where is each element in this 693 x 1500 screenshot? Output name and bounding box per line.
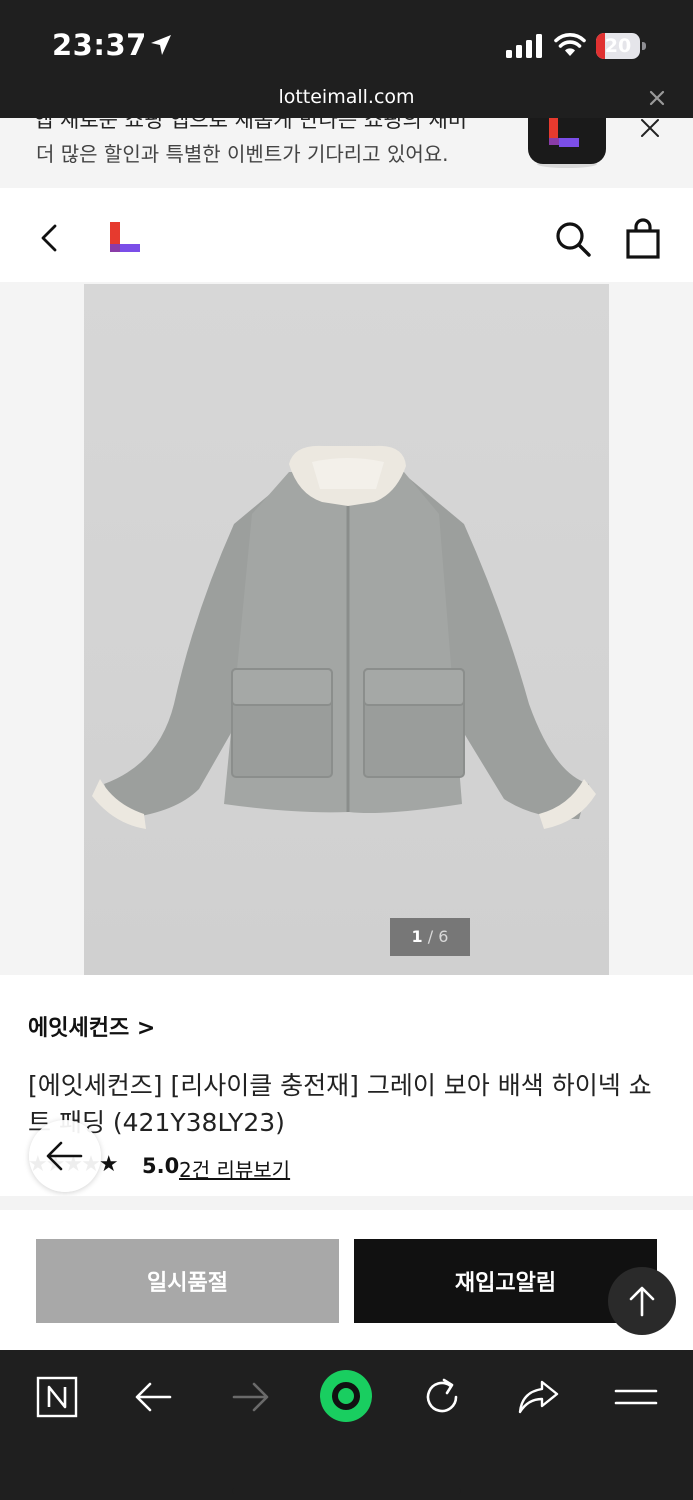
purchase-bar: 일시품절 재입고알림 (0, 1210, 693, 1350)
soldout-button[interactable]: 일시품절 (36, 1239, 339, 1323)
battery-indicator: 20 (596, 33, 646, 59)
home-indicator (232, 1488, 461, 1494)
product-image[interactable]: 1 / 6 (84, 284, 609, 975)
lotte-app-icon[interactable] (527, 118, 607, 168)
chevron-left-icon[interactable] (38, 223, 62, 253)
refresh-icon[interactable] (414, 1372, 470, 1422)
product-title: [에잇세컨즈] [리사이클 충전재] 그레이 보아 배색 하이넥 쇼트 패딩 (… (28, 1071, 652, 1137)
brand-link[interactable]: 에잇세컨즈 > (28, 1010, 155, 1042)
image-counter: 1 / 6 (390, 918, 470, 956)
cellular-signal-icon (506, 34, 542, 58)
jacket-illustration (92, 445, 596, 829)
app-promo-banner[interactable]: 앱 새로운 쇼핑 앱으로 새롭게 만나는 쇼핑의 재미 더 많은 할인과 특별한… (0, 118, 693, 188)
battery-cap (642, 42, 646, 50)
green-dot-icon[interactable] (318, 1368, 374, 1424)
arrow-left-icon[interactable] (126, 1372, 182, 1422)
promo-title: 앱 새로운 쇼핑 앱으로 새롭게 만나는 쇼핑의 재미 (34, 118, 468, 132)
battery-body: 20 (596, 33, 640, 59)
menu-icon[interactable] (608, 1372, 664, 1422)
shopping-bag-icon[interactable] (624, 218, 662, 260)
review-link[interactable]: 2건 리뷰보기 (179, 1154, 290, 1183)
status-bar: 23:37 20 (0, 0, 693, 84)
search-icon[interactable] (553, 219, 593, 259)
image-counter-total: / 6 (427, 927, 449, 946)
arrow-left-icon (46, 1141, 83, 1171)
location-arrow-icon (151, 35, 171, 55)
wifi-icon (554, 33, 586, 56)
battery-level: 20 (604, 35, 632, 57)
arrow-right-icon[interactable] (222, 1372, 278, 1422)
close-icon[interactable] (646, 87, 668, 109)
status-time: 23:37 (52, 28, 147, 62)
product-gallery[interactable]: 1 / 6 (0, 282, 693, 975)
naver-n-icon[interactable] (29, 1372, 85, 1422)
browser-url-bar[interactable]: lotteimall.com (0, 84, 693, 118)
image-counter-current: 1 (411, 927, 423, 946)
close-icon[interactable] (638, 118, 662, 140)
url-text[interactable]: lotteimall.com (0, 86, 693, 108)
promo-subtitle: 더 많은 할인과 특별한 이벤트가 기다리고 있어요. (36, 142, 449, 166)
browser-toolbar (0, 1350, 693, 1500)
scroll-to-top-button[interactable] (608, 1267, 676, 1335)
rating-value: 5.0 (142, 1154, 180, 1178)
site-header (0, 188, 693, 283)
lotte-logo[interactable] (108, 220, 144, 256)
floating-back-button[interactable] (29, 1120, 101, 1192)
section-divider (0, 1196, 693, 1210)
arrow-up-icon (629, 1286, 655, 1317)
share-icon[interactable] (510, 1372, 566, 1422)
